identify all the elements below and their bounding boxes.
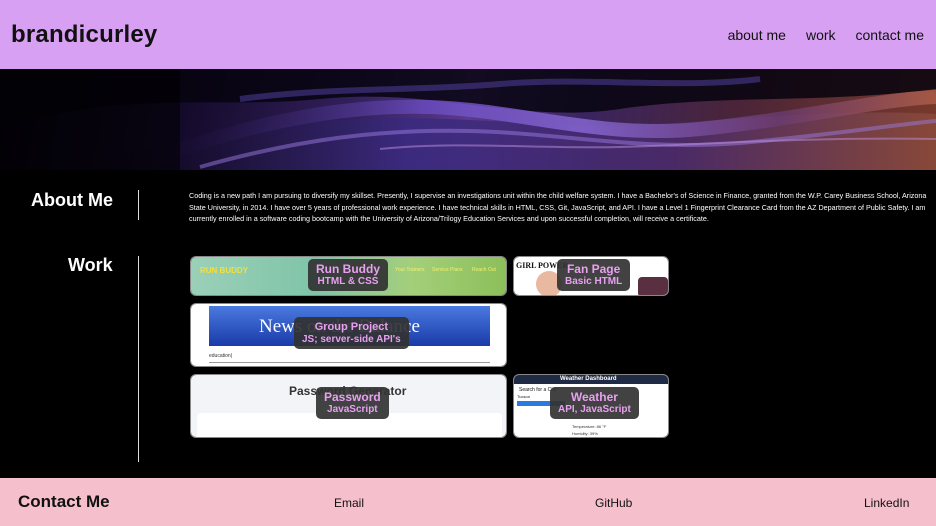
- contact-link-email[interactable]: Email: [334, 496, 364, 510]
- contact-link-linkedin[interactable]: LinkedIn: [864, 496, 909, 510]
- contact-section-title: Contact Me: [18, 492, 110, 511]
- site-header: brandicurley about me work contact me: [0, 0, 936, 69]
- project-card-password[interactable]: Password Generator Password JavaScript: [190, 374, 507, 438]
- nav-link-contact-me[interactable]: contact me: [856, 27, 924, 43]
- site-footer: Contact Me Email GitHub LinkedIn: [0, 478, 936, 526]
- project-tech: Basic HTML: [565, 276, 623, 287]
- site-brand[interactable]: brandicurley: [11, 21, 157, 49]
- weather-preview-row: Humidity: 39%: [572, 431, 598, 436]
- project-card-group-project[interactable]: News on the Balance education| Group Pro…: [190, 303, 507, 367]
- nav-link-work[interactable]: work: [806, 27, 836, 43]
- project-tag: Run Buddy HTML & CSS: [308, 259, 388, 291]
- project-tech: JS; server-side API's: [302, 334, 401, 345]
- about-text: Coding is a new path I am pursuing to di…: [189, 191, 927, 223]
- fan-page-photo: [638, 277, 668, 295]
- project-name: Password: [324, 390, 381, 404]
- group-project-input: education|: [209, 353, 232, 359]
- weather-preview-row: Temperature: 86 °F: [572, 424, 607, 429]
- project-name: Fan Page: [566, 262, 621, 276]
- project-card-fan-page[interactable]: GIRL POWER Fan Page Basic HTML: [513, 256, 669, 296]
- project-tech: HTML & CSS: [317, 276, 379, 287]
- project-card-run-buddy[interactable]: RUN BUDDY Your Trainers Service Plans Re…: [190, 256, 507, 296]
- run-buddy-preview-brand: RUN BUDDY: [200, 266, 248, 275]
- weather-preview-header: Weather Dashboard: [514, 375, 668, 384]
- nav-link-about-me[interactable]: about me: [728, 27, 786, 43]
- work-divider: [138, 256, 139, 462]
- project-tag: Group Project JS; server-side API's: [294, 317, 409, 349]
- project-tech: JavaScript: [327, 404, 378, 415]
- project-name: Run Buddy: [316, 262, 380, 276]
- hero-image: [0, 69, 936, 170]
- work-section-title: Work: [68, 255, 113, 275]
- project-tag: Weather API, JavaScript: [550, 387, 639, 419]
- project-tag: Password JavaScript: [316, 387, 389, 419]
- project-tech: API, JavaScript: [558, 404, 631, 415]
- contact-link-github[interactable]: GitHub: [595, 496, 632, 510]
- run-buddy-preview-link: Service Plans: [432, 267, 463, 273]
- weather-preview-city: Tucson: [517, 394, 530, 399]
- project-name: Weather: [570, 390, 618, 404]
- about-divider: [138, 190, 139, 220]
- weather-preview-heading: Weather Dashboard: [560, 376, 617, 382]
- about-section-title: About Me: [31, 190, 113, 210]
- main-nav: about me work contact me: [728, 27, 924, 43]
- run-buddy-preview-link: Reach Out: [472, 267, 496, 273]
- project-card-weather[interactable]: Weather Dashboard Search for a City: Tuc…: [513, 374, 669, 438]
- group-project-input-line: [209, 362, 490, 363]
- run-buddy-preview-link: Your Trainers: [395, 267, 425, 273]
- project-tag: Fan Page Basic HTML: [557, 259, 631, 291]
- project-name: Group Project: [314, 321, 389, 333]
- hero-canyon-texture: [0, 69, 936, 170]
